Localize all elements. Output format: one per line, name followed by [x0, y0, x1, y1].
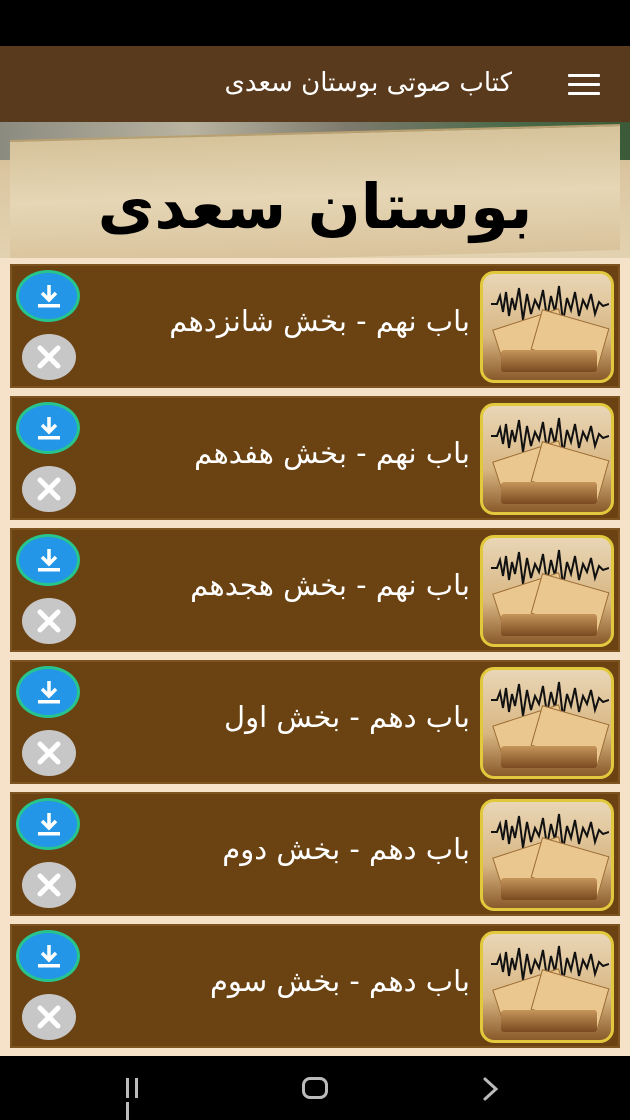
list-item[interactable]: باب دهم - بخش سوم — [10, 924, 620, 1048]
download-button[interactable] — [16, 930, 80, 982]
track-title: باب دهم - بخش سوم — [209, 964, 470, 998]
book-thumbnail — [480, 271, 614, 383]
track-title: باب دهم - بخش دوم — [222, 832, 470, 866]
track-title: باب نهم - بخش هجدهم — [190, 568, 470, 602]
track-title: باب دهم - بخش اول — [224, 700, 470, 734]
close-icon — [37, 741, 61, 765]
app-title: کتاب صوتی بوستان سعدی — [224, 68, 512, 98]
status-bar — [0, 0, 630, 46]
list-item[interactable]: باب دهم - بخش اول — [10, 660, 620, 784]
track-list: باب نهم - بخش شانزدهم باب نهم - بخش هفده… — [0, 258, 630, 1056]
list-item[interactable]: باب نهم - بخش هفدهم — [10, 396, 620, 520]
home-icon[interactable] — [302, 1077, 328, 1099]
close-icon — [37, 477, 61, 501]
delete-button[interactable] — [22, 862, 76, 908]
book-thumbnail — [480, 403, 614, 515]
track-title: باب نهم - بخش شانزدهم — [169, 304, 470, 338]
delete-button[interactable] — [22, 334, 76, 380]
banner-title: بوستان سعدی — [97, 170, 533, 243]
download-button[interactable] — [16, 402, 80, 454]
download-icon — [38, 681, 60, 704]
book-thumbnail — [480, 535, 614, 647]
download-icon — [38, 417, 60, 440]
download-icon — [38, 945, 60, 968]
download-button[interactable] — [16, 798, 80, 850]
download-button[interactable] — [16, 270, 80, 322]
track-title: باب نهم - بخش هفدهم — [194, 436, 470, 470]
delete-button[interactable] — [22, 598, 76, 644]
close-icon — [37, 1005, 61, 1029]
book-thumbnail — [480, 667, 614, 779]
close-icon — [37, 345, 61, 369]
back-chevron-icon[interactable] — [480, 1076, 502, 1102]
book-thumbnail — [480, 799, 614, 911]
download-icon — [38, 285, 60, 308]
delete-button[interactable] — [22, 466, 76, 512]
list-item[interactable]: باب نهم - بخش هجدهم — [10, 528, 620, 652]
system-nav-bar — [0, 1056, 630, 1120]
close-icon — [37, 609, 61, 633]
book-thumbnail — [480, 931, 614, 1043]
download-button[interactable] — [16, 666, 80, 718]
download-icon — [38, 549, 60, 572]
list-item[interactable]: باب نهم - بخش شانزدهم — [10, 264, 620, 388]
delete-button[interactable] — [22, 994, 76, 1040]
recents-icon[interactable] — [126, 1078, 152, 1120]
delete-button[interactable] — [22, 730, 76, 776]
list-item[interactable]: باب دهم - بخش دوم — [10, 792, 620, 916]
app-bar: کتاب صوتی بوستان سعدی — [0, 46, 630, 122]
close-icon — [37, 873, 61, 897]
download-icon — [38, 813, 60, 836]
banner: بوستان سعدی — [0, 122, 630, 258]
download-button[interactable] — [16, 534, 80, 586]
hamburger-menu-icon[interactable] — [568, 74, 600, 96]
